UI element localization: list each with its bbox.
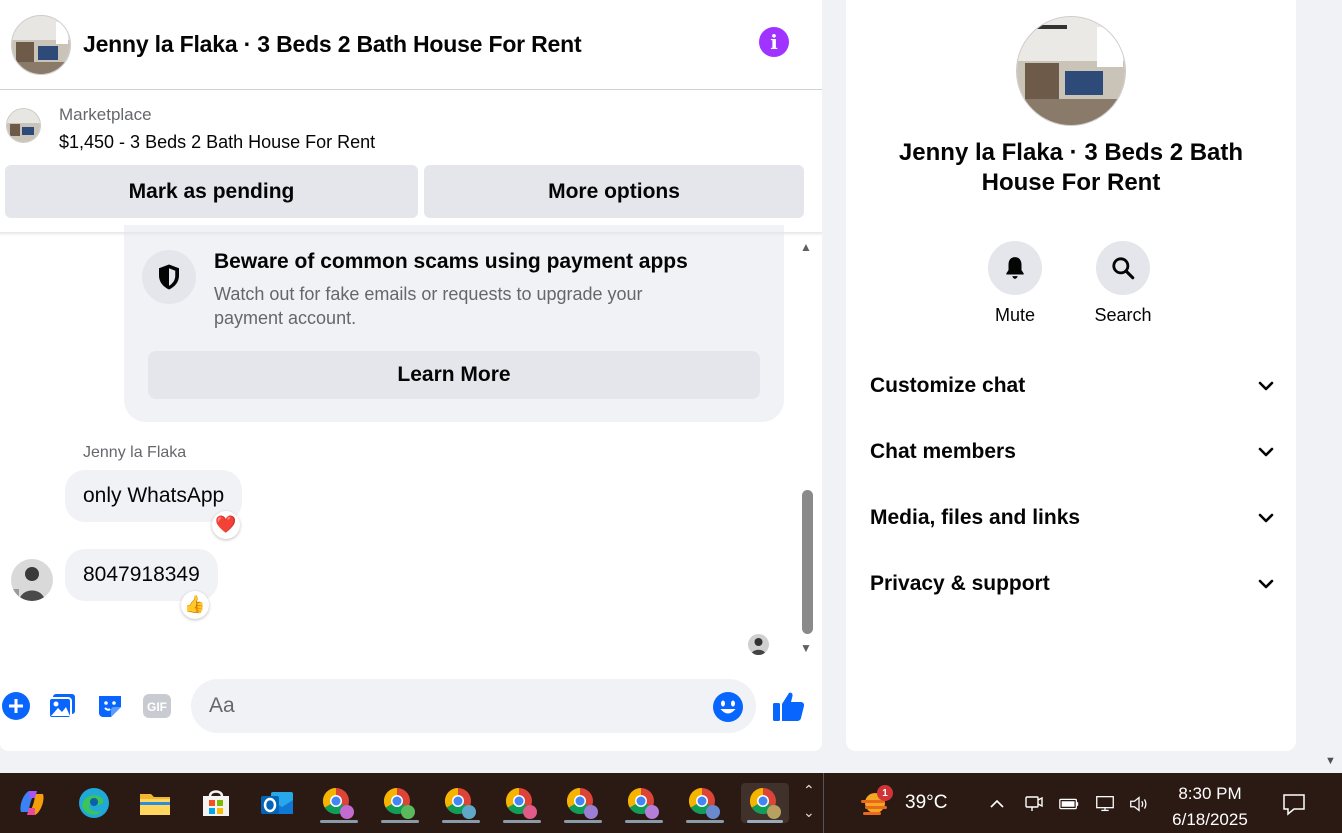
- section-label: Privacy & support: [870, 572, 1050, 595]
- marketplace-label: Marketplace: [59, 105, 152, 124]
- seen-avatar: [748, 634, 769, 655]
- battery-icon[interactable]: [1058, 793, 1080, 815]
- shield-icon: [142, 250, 196, 304]
- chrome-profile-icon[interactable]: [684, 783, 724, 823]
- mute-button[interactable]: Mute: [975, 241, 1055, 326]
- network-icon[interactable]: [1094, 793, 1116, 815]
- section-label: Customize chat: [870, 374, 1026, 397]
- heart-reaction-icon[interactable]: ❤️: [212, 511, 240, 539]
- volume-icon[interactable]: [1128, 793, 1150, 815]
- chrome-profile-icon[interactable]: [623, 783, 663, 823]
- chrome-profile-icon-active[interactable]: [741, 783, 789, 823]
- running-indicator: [564, 820, 602, 823]
- section-customize-chat[interactable]: Customize chat: [870, 364, 1276, 408]
- listing-thumbnail: [6, 108, 41, 143]
- chevron-down-icon: [1258, 381, 1274, 391]
- chat-panel: Jenny la Flaka · 3 Beds 2 Bath House For…: [0, 0, 822, 751]
- gif-label: GIF: [147, 700, 167, 714]
- marketplace-listing-row[interactable]: Marketplace $1,450 - 3 Beds 2 Bath House…: [0, 100, 822, 160]
- taskbar: ⌃ ⌄ 39°C 1 8:30 PM 6/18/2025: [0, 773, 1342, 833]
- system-clock[interactable]: 8:30 PM 6/18/2025: [1160, 781, 1260, 833]
- message-composer: GIF: [0, 676, 822, 738]
- details-title: Jenny la Flaka · 3 Beds 2 Bath House For…: [898, 139, 1244, 196]
- chrome-profile-icon[interactable]: [379, 783, 419, 823]
- chevron-down-icon: [1258, 579, 1274, 589]
- section-label: Chat members: [870, 440, 1016, 463]
- more-options-button[interactable]: More options: [424, 165, 804, 218]
- outlook-icon[interactable]: [257, 783, 297, 823]
- sender-name: Jenny la Flaka: [83, 444, 187, 461]
- sender-avatar[interactable]: [11, 559, 53, 601]
- section-chat-members[interactable]: Chat members: [870, 430, 1276, 474]
- weather-temperature: 39°C: [905, 792, 948, 813]
- details-avatar[interactable]: [1016, 16, 1126, 126]
- notification-center-icon[interactable]: [1281, 791, 1307, 817]
- weather-badge: 1: [877, 785, 893, 801]
- clock-date: 6/18/2025: [1172, 810, 1248, 829]
- search-icon: [1096, 241, 1150, 295]
- edge-icon[interactable]: [74, 783, 114, 823]
- camera-mic-icon[interactable]: [1023, 793, 1045, 815]
- running-indicator: [320, 820, 358, 823]
- emoji-icon[interactable]: [712, 691, 744, 723]
- chrome-profile-icon[interactable]: [440, 783, 480, 823]
- scroll-up-arrow-icon[interactable]: ▲: [800, 240, 812, 254]
- header-divider: [0, 232, 822, 236]
- plus-icon[interactable]: [0, 690, 32, 722]
- thumbs-up-send-icon[interactable]: [771, 689, 807, 725]
- file-explorer-icon[interactable]: [135, 783, 175, 823]
- thumbs-up-reaction-icon[interactable]: 👍: [181, 591, 209, 619]
- scrollbar-thumb[interactable]: [802, 490, 813, 634]
- message-text: 8047918349: [83, 563, 200, 586]
- sticker-icon[interactable]: [94, 690, 126, 722]
- chevron-down-icon: [1258, 447, 1274, 457]
- bell-icon: [988, 241, 1042, 295]
- copilot-icon[interactable]: [12, 783, 52, 823]
- chrome-profile-icon[interactable]: [318, 783, 358, 823]
- section-privacy-support[interactable]: Privacy & support: [870, 562, 1276, 606]
- chevron-down-icon: [1258, 513, 1274, 523]
- page-scroll-down-icon[interactable]: ▼: [1325, 755, 1336, 767]
- info-icon[interactable]: i: [759, 27, 789, 57]
- running-indicator: [747, 820, 783, 823]
- section-media-files-links[interactable]: Media, files and links: [870, 496, 1276, 540]
- weather-widget[interactable]: 39°C: [857, 787, 947, 819]
- chat-title[interactable]: Jenny la Flaka · 3 Beds 2 Bath House For…: [83, 31, 582, 58]
- message-input[interactable]: [209, 679, 709, 733]
- running-indicator: [381, 820, 419, 823]
- scroll-down-arrow-icon[interactable]: ▼: [800, 641, 812, 655]
- scam-warning-card: Beware of common scams using payment app…: [124, 225, 784, 422]
- chrome-profile-icon[interactable]: [501, 783, 541, 823]
- search-label: Search: [1094, 305, 1152, 325]
- taskbar-overflow-arrows-icon[interactable]: ⌃ ⌄: [803, 779, 815, 823]
- microsoft-store-icon[interactable]: [196, 783, 236, 823]
- learn-more-button[interactable]: Learn More: [148, 351, 760, 399]
- mute-label: Mute: [994, 305, 1036, 325]
- taskbar-divider: [823, 773, 824, 833]
- chrome-profile-icon[interactable]: [562, 783, 602, 823]
- scam-warning-text: Watch out for fake emails or requests to…: [214, 284, 643, 328]
- conversation-details-panel: Jenny la Flaka · 3 Beds 2 Bath House For…: [846, 0, 1296, 751]
- chat-header: Jenny la Flaka · 3 Beds 2 Bath House For…: [0, 0, 822, 90]
- photo-icon[interactable]: [46, 690, 78, 722]
- section-label: Media, files and links: [870, 506, 1081, 529]
- gif-icon[interactable]: GIF: [141, 690, 173, 722]
- show-hidden-icons-chevron-icon[interactable]: [986, 793, 1008, 815]
- running-indicator: [442, 820, 480, 823]
- clock-time: 8:30 PM: [1178, 784, 1242, 803]
- running-indicator: [686, 820, 724, 823]
- message-input-container: [191, 679, 756, 733]
- running-indicator: [503, 820, 541, 823]
- running-indicator: [625, 820, 663, 823]
- listing-title[interactable]: $1,450 - 3 Beds 2 Bath House For Rent: [59, 132, 375, 153]
- message-text: only WhatsApp: [83, 484, 225, 507]
- search-button[interactable]: Search: [1083, 241, 1163, 326]
- listing-avatar[interactable]: [11, 14, 71, 75]
- mark-as-pending-button[interactable]: Mark as pending: [5, 165, 418, 218]
- scam-warning-title: Beware of common scams using payment app…: [214, 250, 688, 273]
